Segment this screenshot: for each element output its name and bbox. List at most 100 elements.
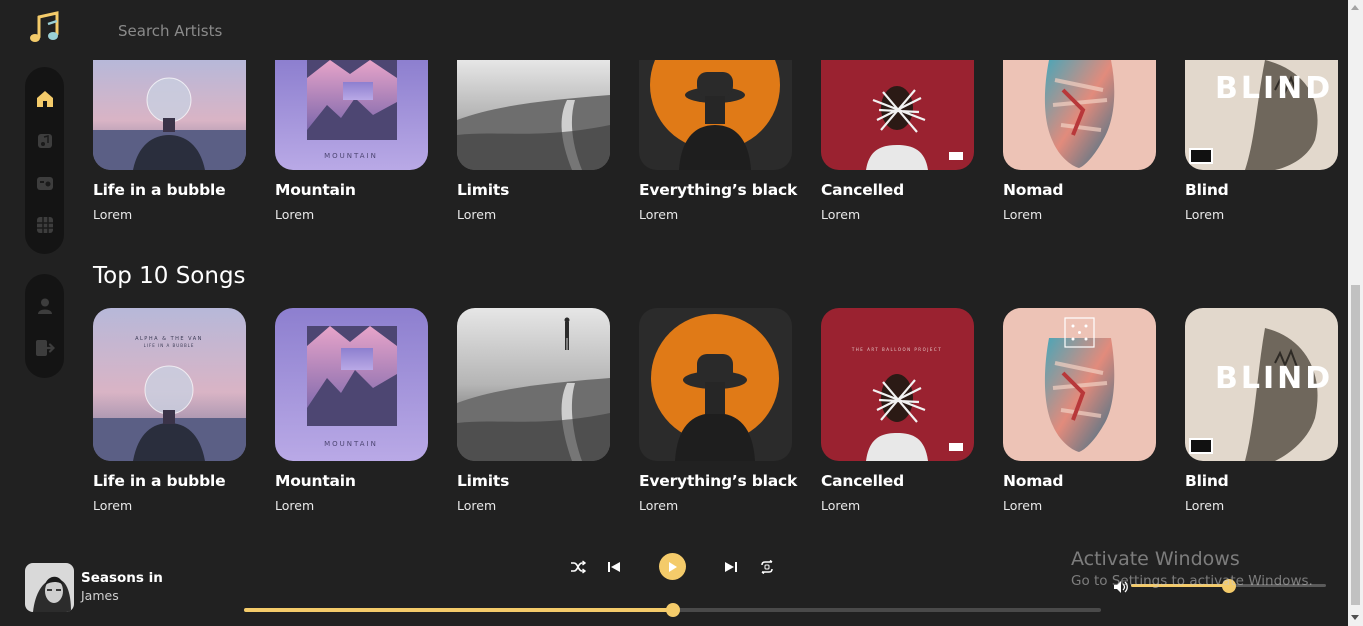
home-icon — [36, 91, 53, 107]
now-playing-artwork[interactable] — [25, 563, 74, 612]
cover-label: ALPHA & THE VAN — [135, 336, 203, 342]
scroll-up-arrow-icon[interactable] — [1351, 5, 1359, 10]
album-title: Everything’s black — [639, 181, 798, 199]
album-card[interactable]: Life in a bubble Lorem — [93, 60, 246, 222]
repeat-icon — [761, 560, 773, 574]
scrollbar[interactable] — [1348, 0, 1363, 626]
album-artist: Lorem — [93, 207, 133, 222]
album-card[interactable]: Limits Lorem — [457, 308, 610, 513]
album-artist: Lorem — [275, 498, 315, 513]
sidebar-account — [25, 274, 64, 378]
album-card[interactable]: Cancelled Lorem — [821, 60, 974, 222]
album-card[interactable]: Nomad Lorem — [1003, 308, 1156, 513]
album-artist: Lorem — [457, 207, 497, 222]
album-artist: Lorem — [1185, 498, 1225, 513]
album-cover: BLIND — [1185, 308, 1338, 461]
album-title: Limits — [457, 181, 510, 199]
album-title: Mountain — [275, 181, 356, 199]
album-cover: ALPHA & THE VAN LIFE IN A BUBBLE — [93, 308, 246, 461]
album-title: Nomad — [1003, 181, 1064, 199]
album-artist: Lorem — [821, 498, 861, 513]
album-title: Blind — [1185, 472, 1229, 490]
cover-label: LIFE IN A BUBBLE — [144, 343, 195, 348]
sidebar-item-music[interactable] — [33, 129, 57, 153]
volume-icon — [1114, 581, 1128, 593]
album-cover: MOUNTAIN — [275, 60, 428, 170]
album-title: Nomad — [1003, 472, 1064, 490]
playback-progress-bar[interactable] — [244, 603, 1101, 617]
album-artist: Lorem — [821, 207, 861, 222]
next-button[interactable] — [722, 558, 740, 576]
now-playing-title: Seasons in — [81, 570, 163, 586]
sidebar-item-grid[interactable] — [33, 213, 57, 237]
grid-icon — [36, 217, 53, 233]
now-playing-artist: James — [81, 588, 119, 603]
volume-slider[interactable] — [1131, 579, 1326, 593]
previous-button[interactable] — [605, 558, 623, 576]
album-row-2: ALPHA & THE VAN LIFE IN A BUBBLE Life in… — [93, 308, 1338, 513]
progress-fill — [244, 608, 673, 612]
windows-activation-watermark: Activate Windows Go to Settings to activ… — [1071, 548, 1313, 589]
sidebar-nav — [25, 67, 64, 254]
album-artist: Lorem — [1003, 207, 1043, 222]
album-title: Life in a bubble — [93, 181, 226, 199]
album-title: Mountain — [275, 472, 356, 490]
scroll-down-arrow-icon[interactable] — [1351, 615, 1359, 620]
album-card[interactable]: Everything’s black Lorem — [639, 308, 798, 513]
radio-icon — [36, 177, 53, 190]
album-cover — [639, 308, 792, 461]
album-card[interactable]: Limits Lorem — [457, 60, 610, 222]
album-artist: Lorem — [93, 498, 133, 513]
cover-label: MOUNTAIN — [324, 440, 378, 448]
album-card[interactable]: MOUNTAIN Mountain Lorem — [275, 60, 428, 222]
album-artist: Lorem — [639, 207, 679, 222]
album-cover — [639, 60, 792, 170]
album-artist: Lorem — [1185, 207, 1225, 222]
shuffle-icon — [571, 560, 586, 574]
album-title: Everything’s black — [639, 472, 798, 490]
album-artist: Lorem — [275, 207, 315, 222]
album-artist: Lorem — [1003, 498, 1043, 513]
album-card[interactable]: BLIND Blind Lorem — [1185, 60, 1338, 222]
skip-previous-icon — [608, 562, 620, 572]
scrollbar-thumb[interactable] — [1351, 285, 1360, 605]
app-logo[interactable] — [27, 10, 63, 46]
cover-label: BLIND — [1215, 71, 1333, 106]
album-card[interactable]: THE ART BALLOON PROJECT Cancelled Lorem — [821, 308, 974, 513]
album-card[interactable]: BLIND Blind Lorem — [1185, 308, 1338, 513]
album-card[interactable]: Nomad Lorem — [1003, 60, 1156, 222]
album-title: Life in a bubble — [93, 472, 226, 490]
album-cover — [821, 60, 974, 170]
album-cover: BLIND — [1185, 60, 1338, 170]
repeat-button[interactable] — [758, 558, 776, 576]
sidebar-item-profile[interactable] — [33, 294, 57, 318]
album-cover — [457, 60, 610, 170]
shuffle-button[interactable] — [569, 558, 587, 576]
album-cover: THE ART BALLOON PROJECT — [821, 308, 974, 461]
sidebar-item-radio[interactable] — [33, 171, 57, 195]
logout-icon — [35, 340, 55, 356]
album-card[interactable]: MOUNTAIN Mountain Lorem — [275, 308, 428, 513]
album-artist: Lorem — [457, 498, 497, 513]
play-icon — [668, 561, 677, 572]
section-title: Top 10 Songs — [93, 263, 246, 289]
album-title: Cancelled — [821, 472, 905, 490]
album-cover — [93, 60, 246, 170]
play-button[interactable] — [659, 553, 686, 580]
album-card[interactable]: Everything’s black Lorem — [639, 60, 798, 222]
album-cover: MOUNTAIN — [275, 308, 428, 461]
sidebar-item-logout[interactable] — [33, 336, 57, 360]
volume-fill — [1131, 584, 1229, 587]
album-card[interactable]: ALPHA & THE VAN LIFE IN A BUBBLE Life in… — [93, 308, 246, 513]
music-file-icon — [37, 134, 52, 148]
album-cover — [457, 308, 610, 461]
album-title: Cancelled — [821, 181, 905, 199]
album-row-1: Life in a bubble Lorem MOUNTAIN Mountain… — [93, 60, 1338, 222]
progress-handle[interactable] — [665, 603, 680, 617]
music-note-icon — [30, 11, 59, 42]
volume-button[interactable] — [1113, 579, 1129, 593]
sidebar-item-home[interactable] — [33, 87, 57, 111]
volume-handle[interactable] — [1221, 579, 1236, 593]
album-cover — [1003, 308, 1156, 461]
search-input[interactable] — [118, 20, 418, 42]
